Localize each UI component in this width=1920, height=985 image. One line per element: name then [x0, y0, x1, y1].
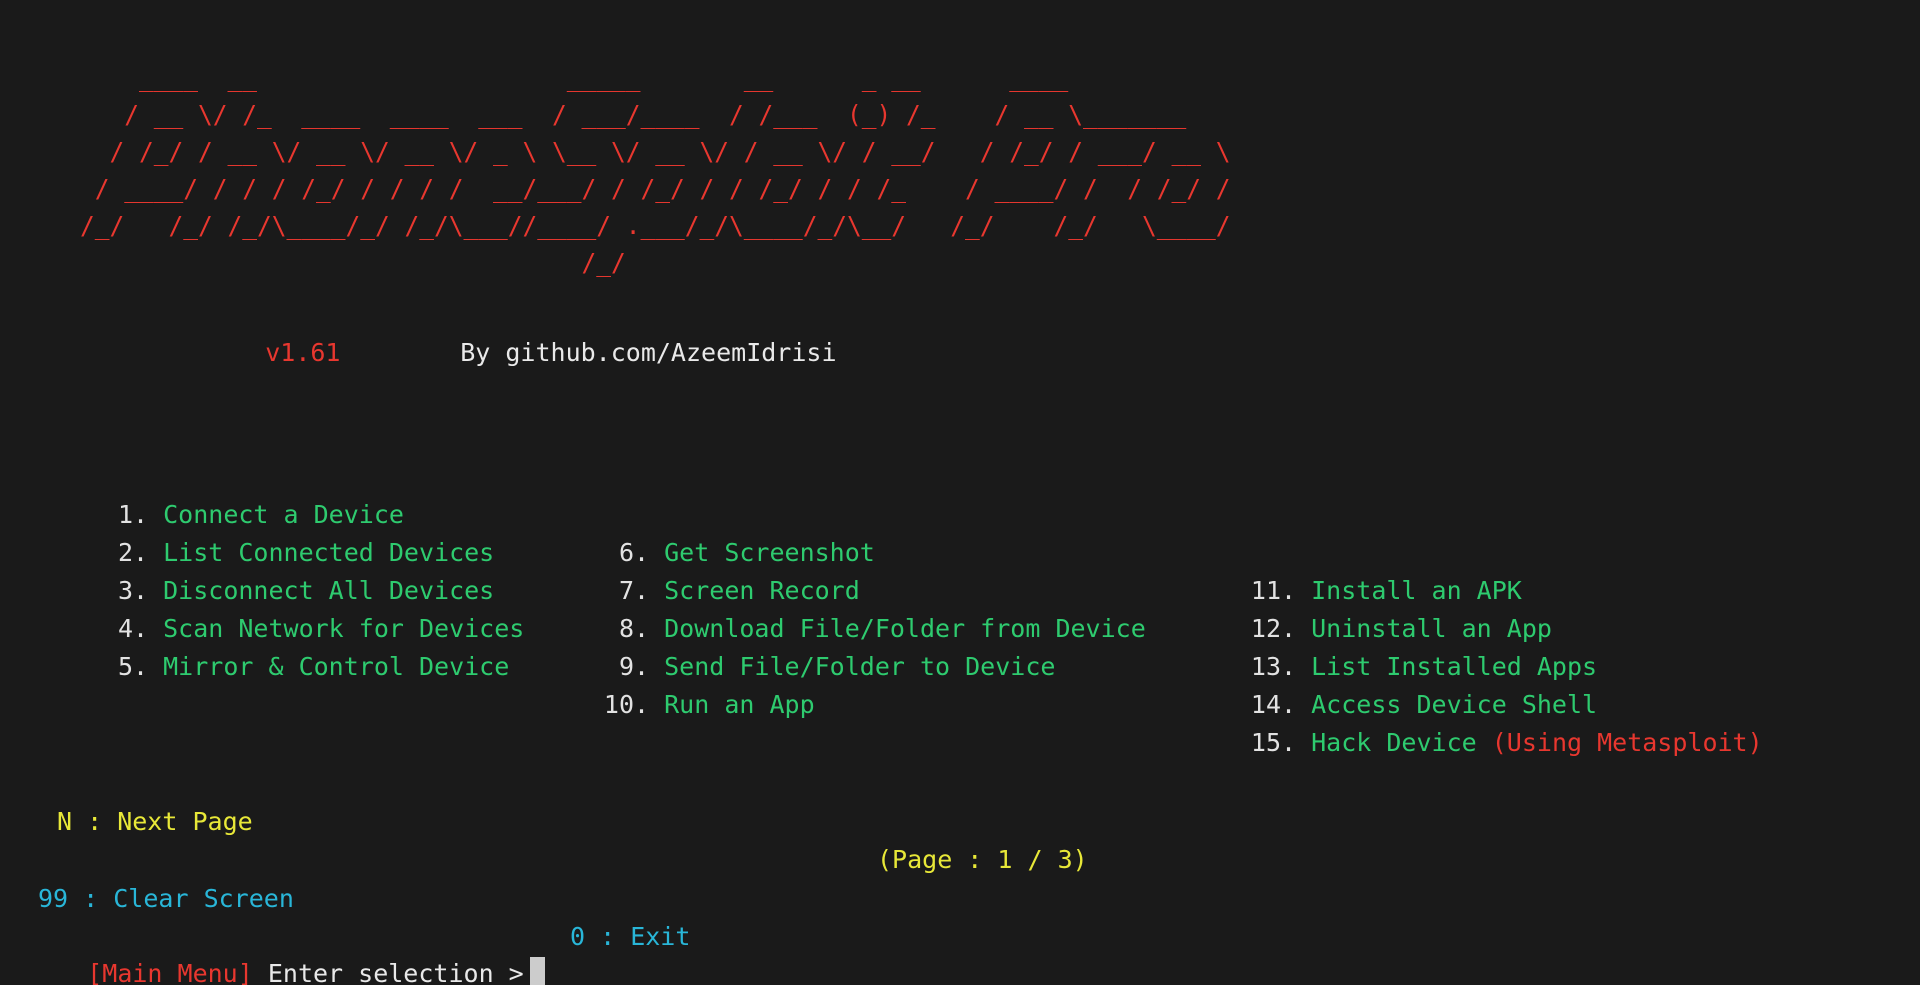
menu-item-number: 5 — [117, 652, 133, 681]
menu-row: 4. Scan Network for Devices 9. Send File… — [0, 572, 1920, 719]
menu-item-label: Hack Device — [1311, 728, 1492, 757]
menu-row: 1. Connect a Device 6. Get Screenshot 11… — [0, 458, 1920, 605]
command-prompt[interactable]: [Main Menu] Enter selection > — [27, 917, 545, 985]
navigation-row: N : Next Page (Page : 1 / 3) — [0, 765, 1920, 874]
prompt-context-label: [Main Menu] — [87, 959, 253, 985]
menu-item-label-metasploit: (Using Metasploit) — [1491, 728, 1763, 757]
clear-screen-option[interactable]: 99 : Clear Screen — [38, 880, 294, 918]
menu-item-hack-device[interactable]: 15. Hack Device (Using Metasploit) — [1233, 724, 1763, 762]
menu-item-number: 9 — [618, 652, 634, 681]
main-menu: 1. Connect a Device 6. Get Screenshot 11… — [0, 458, 1920, 757]
menu-item-label: List Installed Apps — [1311, 652, 1598, 681]
menu-item-number: 10 — [603, 690, 634, 719]
phonesploit-pro-ascii-logo: ____ __ _____ __ _ __ ____ / __ \/ /_ __… — [80, 62, 1231, 277]
menu-item-send-file-folder-to-device[interactable]: 9. Send File/Folder to Device — [586, 648, 1056, 686]
menu-item-access-device-shell[interactable]: 14. Access Device Shell — [1233, 686, 1597, 724]
menu-item-dot: . — [133, 652, 164, 681]
prompt-instruction-label: Enter selection > — [252, 959, 524, 985]
terminal-window: ____ __ _____ __ _ __ ____ / __ \/ /_ __… — [0, 0, 1920, 985]
exit-option[interactable]: 0 : Exit — [570, 918, 690, 956]
author-credit: By github.com/AzeemIdrisi — [460, 338, 837, 367]
menu-row: 2. List Connected Devices 7. Screen Reco… — [0, 496, 1920, 643]
menu-item-dot: . — [1281, 690, 1312, 719]
menu-item-number: 15 — [1250, 728, 1281, 757]
menu-item-label: Send File/Folder to Device — [664, 652, 1056, 681]
menu-item-list-installed-apps[interactable]: 13. List Installed Apps — [1233, 648, 1597, 686]
text-cursor — [529, 957, 545, 985]
menu-item-number: 13 — [1250, 652, 1281, 681]
menu-item-label: Access Device Shell — [1311, 690, 1598, 719]
menu-item-number: 14 — [1250, 690, 1281, 719]
menu-item-mirror-and-control-device[interactable]: 5. Mirror & Control Device — [85, 648, 509, 686]
version-label: v1.61 — [265, 338, 341, 367]
menu-row: 3. Disconnect All Devices 8. Download Fi… — [0, 534, 1920, 681]
next-page-option[interactable]: N : Next Page — [57, 803, 253, 841]
menu-row: 5. Mirror & Control Device 10. Run an Ap… — [0, 610, 1920, 757]
menu-item-dot: . — [1281, 652, 1312, 681]
meta-row: v1.61 By github.com/AzeemIdrisi — [80, 302, 837, 404]
menu-item-label: Run an App — [664, 690, 815, 719]
menu-item-dot: . — [634, 652, 665, 681]
menu-item-label: Mirror & Control Device — [163, 652, 510, 681]
menu-item-dot: . — [1281, 728, 1312, 757]
utility-row: 99 : Clear Screen 0 : Exit — [0, 842, 1920, 951]
menu-item-dot: . — [634, 690, 665, 719]
menu-item-run-an-app[interactable]: 10. Run an App — [586, 686, 815, 724]
